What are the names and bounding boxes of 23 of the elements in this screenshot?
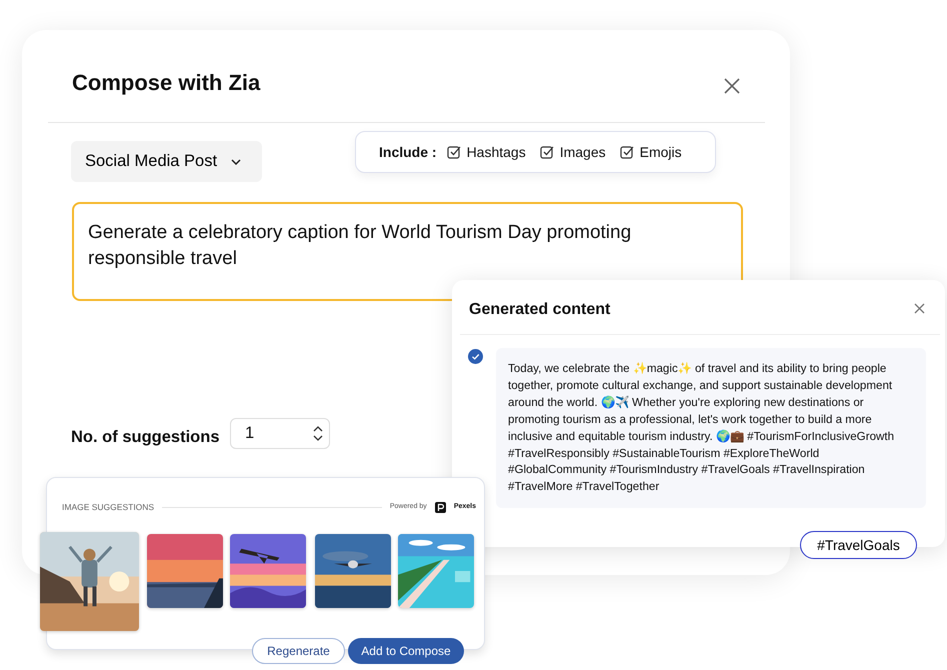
section-title: IMAGE SUGGESTIONS xyxy=(62,501,154,514)
logo-icon xyxy=(434,502,446,513)
include-checkbox[interactable]: Emojis xyxy=(620,142,682,162)
close-icon[interactable] xyxy=(724,78,740,94)
generated-text: Today, we celebrate the ✨magic✨ of travel and its ability to bring people together, promote cultural exchange, and support sustainable development around the world. 🌍✈ Whether you're exploring new destinations or promoting tourism as a professional, let's work together to build a more inclusive and equitable tourism industry. 🌍💼 #TourismForInclusiveGrowth #TravelResponsibly #SustainableTourism #ExploreTheWorld #GlobalCommunity #TourismIndustry #TravelGoals #TravelInspiration #TravelMore #TravelTogether xyxy=(496,348,926,508)
dialog-title: Compose with Zia xyxy=(72,70,260,96)
include-label: Include : xyxy=(379,142,437,162)
stepper-icon[interactable] xyxy=(313,426,323,441)
close-icon[interactable] xyxy=(914,303,925,314)
panel-title: Generated content xyxy=(469,300,610,320)
include-checkbox[interactable]: Hashtags xyxy=(446,142,526,162)
number-field[interactable]: 1 xyxy=(230,418,330,449)
post-type-dropdown[interactable]: Social Media Post xyxy=(71,141,262,182)
regenerate-button[interactable]: Regenerate xyxy=(252,638,345,664)
add-button[interactable]: Add to Compose xyxy=(348,638,464,664)
checkbox-icon[interactable] xyxy=(540,145,554,159)
include-checkbox[interactable]: Images xyxy=(540,142,606,162)
hashtag-chip[interactable]: #TravelGoals xyxy=(800,531,917,559)
suggestions-label: No. of suggestions xyxy=(71,427,220,448)
chevron-icon xyxy=(231,158,242,164)
check-icon[interactable] xyxy=(468,349,483,364)
checkbox-icon[interactable] xyxy=(620,145,634,159)
checkbox-icon[interactable] xyxy=(446,145,461,159)
